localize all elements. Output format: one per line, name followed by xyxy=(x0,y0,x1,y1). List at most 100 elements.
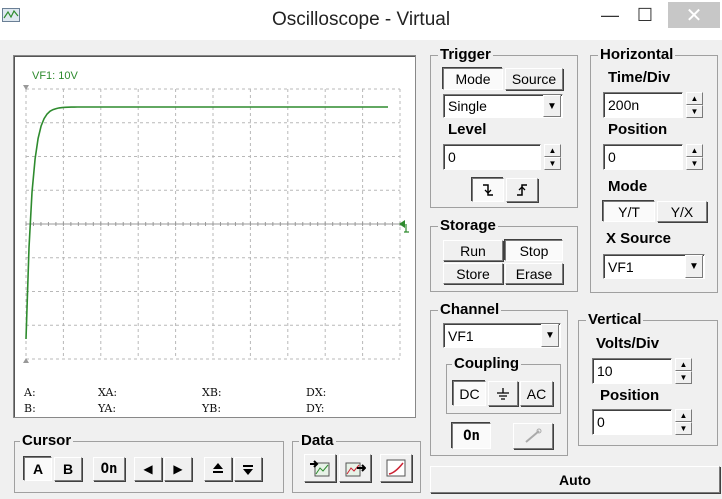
h-mode-label: Mode xyxy=(608,178,648,195)
mode-yx-button[interactable]: Y/X xyxy=(657,201,707,222)
scope-graph xyxy=(23,85,409,363)
data-export-button[interactable] xyxy=(304,454,336,482)
readout-dy: DY: xyxy=(306,402,325,415)
data-import-button[interactable] xyxy=(339,454,371,482)
trigger-source-button[interactable]: Source xyxy=(505,68,563,90)
x-source-value: VF1 xyxy=(608,258,634,275)
trigger-level-stepper[interactable]: ▲ ▼ xyxy=(544,144,561,170)
falling-edge-icon xyxy=(483,184,493,196)
readout-xa: XA: xyxy=(98,386,118,399)
trace-vf1 xyxy=(25,106,388,340)
cursor-right-button[interactable]: ▶ xyxy=(164,457,192,481)
h-position-value: 0 xyxy=(608,149,616,165)
trigger-title: Trigger xyxy=(438,46,493,63)
storage-stop-button[interactable]: Stop xyxy=(505,240,563,261)
readout-yb: YB: xyxy=(202,402,222,415)
close-icon: ✕ xyxy=(685,4,703,27)
storage-title: Storage xyxy=(438,217,498,234)
readout-xb: XB: xyxy=(202,386,222,399)
time-div-stepper[interactable]: ▲ ▼ xyxy=(686,92,703,118)
ground-icon xyxy=(497,387,509,400)
v-position-stepper[interactable]: ▲ ▼ xyxy=(675,409,692,435)
cursor-on-button[interactable]: On xyxy=(93,457,125,481)
channel-label: VF1: 10V xyxy=(32,70,78,82)
cursor-a-button[interactable]: A xyxy=(24,457,52,481)
volts-div-stepper[interactable]: ▲ ▼ xyxy=(675,358,692,384)
cursor-up-button[interactable] xyxy=(204,457,232,481)
v-position-input[interactable]: 0 xyxy=(592,409,672,435)
h-position-input[interactable]: 0 xyxy=(603,144,683,170)
readout-ya: YA: xyxy=(98,402,117,415)
time-div-input[interactable]: 200n xyxy=(603,92,683,118)
auto-button[interactable]: Auto xyxy=(430,466,720,493)
x-source-label: X Source xyxy=(606,230,672,247)
close-button[interactable]: ✕ xyxy=(668,2,720,28)
stepper-down-icon[interactable]: ▼ xyxy=(675,371,692,384)
channel-title: Channel xyxy=(438,301,502,318)
v-position-value: 0 xyxy=(597,414,605,430)
time-div-value: 200n xyxy=(608,97,640,113)
stepper-down-icon[interactable]: ▼ xyxy=(675,422,692,435)
h-position-label: Position xyxy=(608,121,668,138)
trigger-level-value: 0 xyxy=(448,149,456,165)
stepper-up-icon[interactable]: ▲ xyxy=(686,144,703,157)
stepper-down-icon[interactable]: ▼ xyxy=(544,157,561,170)
storage-erase-button[interactable]: Erase xyxy=(505,263,563,284)
rising-edge-button[interactable] xyxy=(506,178,538,202)
minimize-icon: — xyxy=(601,4,619,25)
stepper-up-icon[interactable]: ▲ xyxy=(675,358,692,371)
data-plot-button[interactable] xyxy=(380,454,412,482)
maximize-icon: ☐ xyxy=(636,4,654,25)
time-div-label: Time/Div xyxy=(608,69,671,86)
volts-div-input[interactable]: 10 xyxy=(592,358,672,384)
probe-icon xyxy=(525,428,542,443)
volts-div-label: Volts/Div xyxy=(596,335,660,352)
stepper-up-icon[interactable]: ▲ xyxy=(686,92,703,105)
cursor-title: Cursor xyxy=(20,432,74,449)
channel-select[interactable]: VF1 ▼ xyxy=(443,323,561,348)
channel-on-button[interactable]: On xyxy=(452,423,491,449)
triangle-right-icon: ▶ xyxy=(173,462,183,476)
chevron-down-icon[interactable]: ▼ xyxy=(543,95,561,117)
readout-b: B: xyxy=(24,402,36,415)
trigger-level-label: Level xyxy=(448,121,487,138)
chevron-down-icon[interactable]: ▼ xyxy=(541,324,559,347)
probe-button[interactable] xyxy=(513,423,553,449)
trigger-level-input[interactable]: 0 xyxy=(443,144,541,170)
stepper-up-icon[interactable]: ▲ xyxy=(544,144,561,157)
move-up-icon xyxy=(213,463,223,473)
stepper-up-icon[interactable]: ▲ xyxy=(675,409,692,422)
coupling-label: Coupling xyxy=(452,355,521,372)
chevron-down-icon[interactable]: ▼ xyxy=(685,255,703,278)
coupling-ground-button[interactable] xyxy=(488,381,518,406)
readout-a: A: xyxy=(24,386,36,399)
trigger-mode-value: Single xyxy=(448,98,487,114)
scope-display: VF1: 10V A: B: XA: YA: XB: YB: DX: DY: xyxy=(13,55,416,418)
stepper-down-icon[interactable]: ▼ xyxy=(686,105,703,118)
triangle-left-icon: ◀ xyxy=(143,462,153,476)
maximize-button[interactable]: ☐ xyxy=(622,2,668,28)
storage-store-button[interactable]: Store xyxy=(443,263,503,284)
horizontal-title: Horizontal xyxy=(598,46,676,63)
plot-icon xyxy=(386,459,406,477)
channel-value: VF1 xyxy=(448,327,474,344)
cursor-left-button[interactable]: ◀ xyxy=(134,457,162,481)
cursor-b-button[interactable]: B xyxy=(54,457,82,481)
coupling-dc-button[interactable]: DC xyxy=(453,381,486,406)
stepper-down-icon[interactable]: ▼ xyxy=(686,157,703,170)
h-position-stepper[interactable]: ▲ ▼ xyxy=(686,144,703,170)
trigger-mode-button[interactable]: Mode xyxy=(443,68,503,90)
import-data-icon xyxy=(345,462,366,477)
vertical-title: Vertical xyxy=(586,311,644,328)
cursor-down-button[interactable] xyxy=(234,457,262,481)
falling-edge-button[interactable] xyxy=(472,178,504,202)
move-down-icon xyxy=(243,465,253,475)
coupling-ac-button[interactable]: AC xyxy=(520,381,553,406)
mode-yt-button[interactable]: Y/T xyxy=(603,201,655,222)
volts-div-value: 10 xyxy=(597,363,613,379)
storage-run-button[interactable]: Run xyxy=(443,240,503,261)
trigger-mode-select[interactable]: Single ▼ xyxy=(443,94,563,118)
export-data-icon xyxy=(310,460,330,477)
x-source-select[interactable]: VF1 ▼ xyxy=(603,254,705,279)
rising-edge-icon xyxy=(517,184,527,196)
